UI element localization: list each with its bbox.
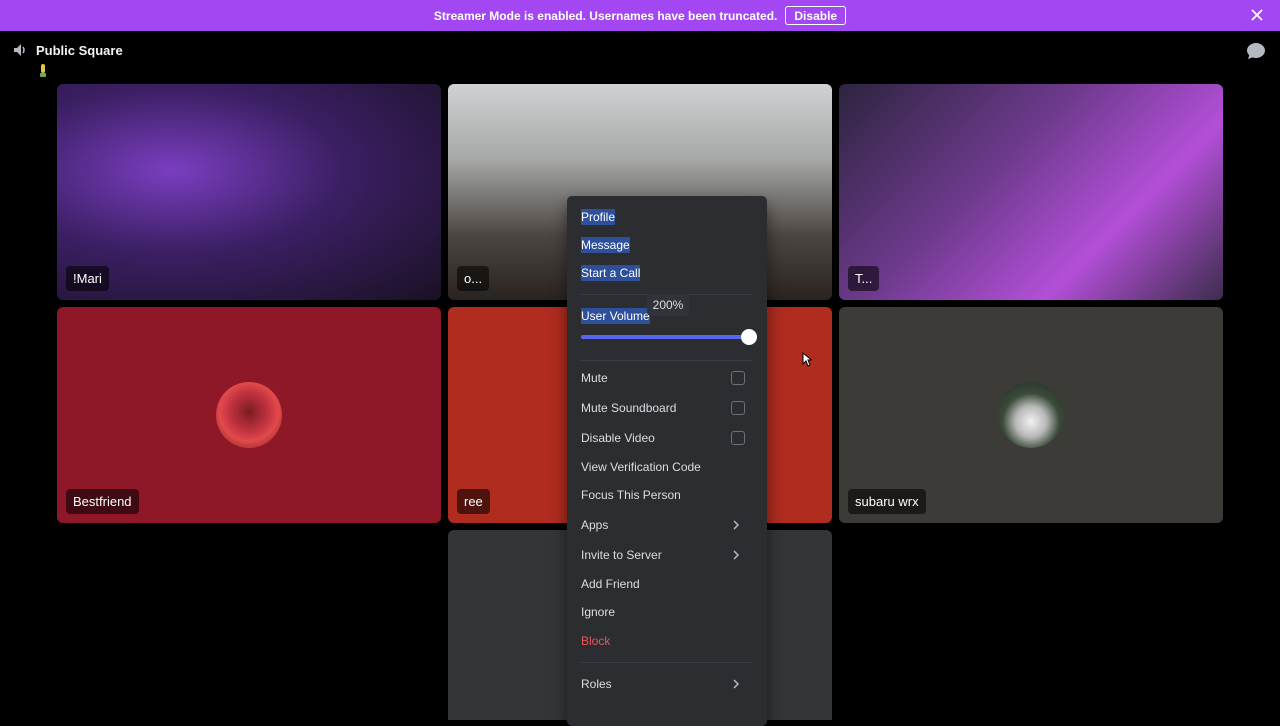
menu-item-label: Profile (581, 209, 616, 225)
mute-checkbox[interactable] (731, 371, 745, 385)
channel-title: Public Square (36, 42, 123, 58)
menu-item-label: Mute Soundboard (581, 401, 677, 415)
mouse-cursor-icon (802, 352, 812, 367)
participant-label: !Mari (66, 266, 109, 291)
streamer-mode-banner: Streamer Mode is enabled. Usernames have… (0, 0, 1280, 31)
menu-item-label: Roles (581, 677, 612, 691)
participant-label: subaru wrx (848, 489, 926, 514)
menu-item-start-call[interactable]: Start a Call (575, 259, 759, 287)
mute-soundboard-checkbox[interactable] (731, 401, 745, 415)
menu-item-label: Start a Call (581, 265, 641, 281)
menu-item-label: View Verification Code (581, 460, 701, 474)
menu-item-mute-soundboard[interactable]: Mute Soundboard (575, 394, 759, 422)
banner-message: Streamer Mode is enabled. Usernames have… (433, 8, 778, 23)
channel-header: Public Square (12, 42, 123, 58)
menu-item-mute[interactable]: Mute (575, 364, 759, 392)
participant-label: T... (848, 266, 880, 291)
menu-item-block[interactable]: Block (575, 627, 759, 655)
menu-item-label: Message (581, 237, 630, 253)
menu-item-label: Mute (581, 371, 608, 385)
slider-handle[interactable] (741, 329, 757, 345)
user-volume-slider[interactable] (581, 329, 757, 345)
slider-fill (581, 335, 749, 339)
menu-item-label: Invite to Server (581, 548, 662, 562)
user-volume-label: User Volume (581, 308, 650, 324)
volume-tooltip: 200% (647, 294, 689, 316)
menu-separator (581, 662, 753, 663)
video-tile[interactable]: T... (839, 84, 1223, 300)
menu-item-label: Apps (581, 518, 609, 532)
menu-item-label: Focus This Person (581, 488, 681, 502)
video-tile[interactable]: !Mari (57, 84, 441, 300)
avatar (998, 382, 1064, 448)
chevron-right-icon (733, 550, 740, 560)
menu-item-disable-video[interactable]: Disable Video (575, 424, 759, 452)
menu-item-profile[interactable]: Profile (575, 203, 759, 231)
menu-item-label: Ignore (581, 605, 616, 619)
menu-separator (581, 360, 753, 361)
disable-streamer-mode-button[interactable]: Disable (785, 6, 847, 25)
chat-bubble-icon[interactable] (1246, 42, 1266, 60)
avatar (216, 382, 282, 448)
menu-item-focus-person[interactable]: Focus This Person (575, 481, 759, 509)
disable-video-checkbox[interactable] (731, 431, 745, 445)
menu-item-label: Disable Video (581, 431, 655, 445)
menu-item-view-verification-code[interactable]: View Verification Code (575, 453, 759, 481)
user-context-menu: Profile Message Start a Call User Volume… (567, 196, 767, 726)
menu-item-roles[interactable]: Roles (575, 670, 759, 698)
participant-label: o... (457, 266, 490, 291)
participant-tile[interactable]: Bestfriend (57, 307, 441, 523)
participant-label: Bestfriend (66, 489, 139, 514)
menu-item-label: Add Friend (581, 577, 640, 591)
menu-item-apps[interactable]: Apps (575, 511, 759, 539)
participant-label: ree (457, 489, 490, 514)
chevron-right-icon (733, 679, 740, 689)
activity-icon (40, 64, 46, 77)
speaker-icon (14, 44, 25, 56)
menu-item-message[interactable]: Message (575, 231, 759, 259)
menu-item-invite-to-server[interactable]: Invite to Server (575, 541, 759, 569)
participant-tile[interactable]: subaru wrx (839, 307, 1223, 523)
chevron-right-icon (733, 520, 740, 530)
menu-item-label: Block (581, 634, 611, 648)
menu-item-add-friend[interactable]: Add Friend (575, 570, 759, 598)
menu-item-ignore[interactable]: Ignore (575, 598, 759, 626)
close-icon[interactable] (1250, 8, 1264, 22)
